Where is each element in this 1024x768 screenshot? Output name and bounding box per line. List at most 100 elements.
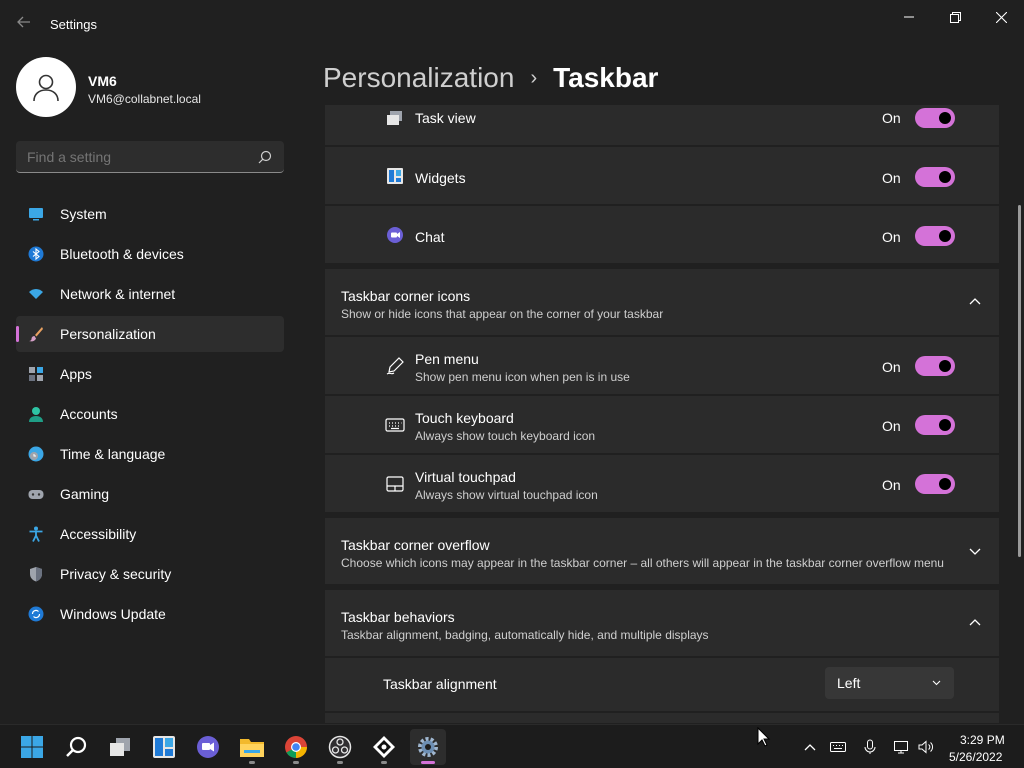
shield-icon xyxy=(30,567,42,582)
keyboard-icon[interactable] xyxy=(830,739,846,755)
task-view-toggle[interactable] xyxy=(915,108,955,128)
setting-title: Touch keyboard xyxy=(415,410,514,426)
mouse-cursor-icon xyxy=(757,727,771,747)
avatar[interactable] xyxy=(16,57,76,117)
restore-icon xyxy=(949,11,961,23)
search-box[interactable] xyxy=(16,141,284,173)
taskbar-widgets[interactable] xyxy=(146,729,182,765)
breadcrumb-parent[interactable]: Personalization xyxy=(323,62,514,94)
volume-icon[interactable] xyxy=(918,739,934,755)
chevron-up-icon[interactable] xyxy=(967,615,983,631)
sidebar-item-personalization[interactable]: Personalization xyxy=(16,316,284,352)
clock-date[interactable]: 5/26/2022 xyxy=(949,750,1002,764)
sidebar-item-bluetooth[interactable]: Bluetooth & devices xyxy=(16,236,284,272)
touch-keyboard-toggle[interactable] xyxy=(915,415,955,435)
apps-icon xyxy=(29,367,43,381)
running-indicator xyxy=(249,761,255,764)
section-title: Taskbar behaviors xyxy=(341,609,455,625)
chevron-up-icon[interactable] xyxy=(802,739,818,755)
taskbar-task-view[interactable] xyxy=(102,729,138,765)
sidebar-item-windows-update[interactable]: Windows Update xyxy=(16,596,284,632)
sidebar-item-network[interactable]: Network & internet xyxy=(16,276,284,312)
restore-button[interactable] xyxy=(932,6,978,28)
taskbar-chrome[interactable] xyxy=(278,729,314,765)
obs-icon xyxy=(328,735,352,759)
accessibility-icon xyxy=(29,526,43,542)
search-icon[interactable] xyxy=(258,150,272,164)
close-button[interactable] xyxy=(978,6,1024,28)
setting-row-chat: Chat On xyxy=(325,206,999,263)
toggle-knob xyxy=(939,419,951,431)
chat-toggle[interactable] xyxy=(915,226,955,246)
taskbar-app-diamond[interactable] xyxy=(366,729,402,765)
minimize-button[interactable] xyxy=(886,6,932,28)
chat-icon xyxy=(387,227,403,243)
widgets-toggle[interactable] xyxy=(915,167,955,187)
sidebar-item-accessibility[interactable]: Accessibility xyxy=(16,516,284,552)
setting-description: Always show virtual touchpad icon xyxy=(415,488,598,502)
minimize-icon xyxy=(904,16,914,18)
sidebar-item-label: Gaming xyxy=(60,486,110,502)
widgets-icon xyxy=(153,736,175,758)
update-icon xyxy=(28,606,44,622)
touchpad-icon xyxy=(386,476,404,492)
toggle-knob xyxy=(939,112,951,124)
setting-row-virtual-touchpad: Virtual touchpad Always show virtual tou… xyxy=(325,455,999,512)
chevron-up-icon[interactable] xyxy=(967,294,983,310)
sidebar-item-gaming[interactable]: Gaming xyxy=(16,476,284,512)
sidebar-item-label: Bluetooth & devices xyxy=(60,246,184,262)
gear-icon xyxy=(418,737,438,757)
sidebar-item-privacy[interactable]: Privacy & security xyxy=(16,556,284,592)
breadcrumb: Personalization › Taskbar xyxy=(323,58,658,98)
section-header-behaviors[interactable]: Taskbar behaviors Taskbar alignment, bad… xyxy=(325,590,999,656)
search-input[interactable] xyxy=(27,149,247,165)
section-description: Taskbar alignment, badging, automaticall… xyxy=(341,628,709,642)
folder-icon xyxy=(240,739,264,757)
taskbar-file-explorer[interactable] xyxy=(234,729,270,765)
setting-row-touch-keyboard: Touch keyboard Always show touch keyboar… xyxy=(325,396,999,453)
setting-description: Show pen menu icon when pen is in use xyxy=(415,370,630,384)
accounts-icon xyxy=(29,407,43,422)
taskbar-settings[interactable] xyxy=(410,729,446,765)
back-button[interactable] xyxy=(14,14,34,34)
section-header-corner-overflow[interactable]: Taskbar corner overflow Choose which ico… xyxy=(325,518,999,584)
bluetooth-icon xyxy=(28,246,44,262)
chevron-down-icon xyxy=(932,680,941,686)
sidebar-item-system[interactable]: System xyxy=(16,196,284,232)
section-title: Taskbar corner icons xyxy=(341,288,471,304)
user-icon xyxy=(33,74,59,102)
page-title: Taskbar xyxy=(553,62,659,93)
sidebar-item-time-language[interactable]: Time & language xyxy=(16,436,284,472)
start-button[interactable] xyxy=(14,729,50,765)
widgets-icon xyxy=(387,168,403,184)
taskbar-search-button[interactable] xyxy=(58,729,94,765)
section-header-corner-icons[interactable]: Taskbar corner icons Show or hide icons … xyxy=(325,269,999,335)
scrollbar[interactable] xyxy=(1018,205,1021,557)
windows-logo-icon xyxy=(21,736,43,758)
running-indicator xyxy=(381,761,387,764)
taskbar-chat[interactable] xyxy=(190,729,226,765)
clock-time[interactable]: 3:29 PM xyxy=(960,733,1005,747)
taskbar-alignment-dropdown[interactable]: Left xyxy=(825,667,954,699)
sidebar-item-label: Network & internet xyxy=(60,286,176,302)
back-arrow-icon xyxy=(17,16,30,28)
sidebar-item-apps[interactable]: Apps xyxy=(16,356,284,392)
settings-content[interactable]: Task view On Widgets On Chat On Taskbar … xyxy=(325,105,999,723)
pen-menu-toggle[interactable] xyxy=(915,356,955,376)
title-bar: Settings xyxy=(0,0,1024,48)
setting-description: Always show touch keyboard icon xyxy=(415,429,596,443)
running-indicator xyxy=(337,761,343,764)
brush-icon xyxy=(29,327,43,342)
section-description: Choose which icons may appear in the tas… xyxy=(341,556,944,570)
clock-globe-icon xyxy=(28,446,44,462)
virtual-touchpad-toggle[interactable] xyxy=(915,474,955,494)
sidebar-item-label: Apps xyxy=(60,366,92,382)
taskbar-obs[interactable] xyxy=(322,729,358,765)
chevron-down-icon[interactable] xyxy=(967,543,983,559)
network-icon[interactable] xyxy=(893,739,909,755)
app-title: Settings xyxy=(50,17,97,32)
microphone-icon[interactable] xyxy=(862,739,878,755)
sidebar-item-accounts[interactable]: Accounts xyxy=(16,396,284,432)
diamond-app-icon xyxy=(373,736,395,758)
gamepad-icon xyxy=(28,490,44,499)
